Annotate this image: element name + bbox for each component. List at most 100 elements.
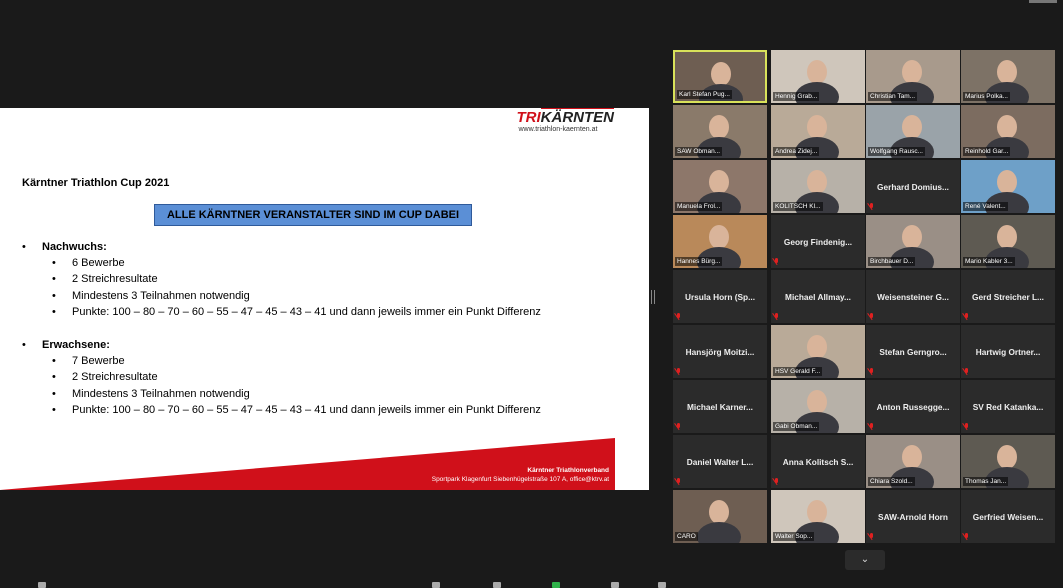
- participant-tile[interactable]: Karl Stefan Pug...: [673, 50, 767, 103]
- participant-video-face: [997, 225, 1017, 249]
- logo-url: www.triathlon-kaernten.at: [518, 126, 598, 133]
- participant-tile[interactable]: CARO: [673, 490, 767, 543]
- participant-tile[interactable]: Andrea Zidej...: [771, 105, 865, 158]
- participant-name: KOLITSCH Kl...: [773, 202, 823, 211]
- participant-tile[interactable]: SV Red Katanka...: [961, 380, 1055, 433]
- participant-tile[interactable]: HSV Gerald F...: [771, 325, 865, 378]
- participant-name: Karl Stefan Pug...: [677, 90, 732, 99]
- participant-video-face: [807, 390, 827, 414]
- participant-tile[interactable]: SAW Obman...: [673, 105, 767, 158]
- participant-tile[interactable]: Michael Allmay...: [771, 270, 865, 323]
- participant-video-face: [709, 500, 729, 524]
- participant-tile[interactable]: Anna Kolitsch S...: [771, 435, 865, 488]
- participant-name: Gerfried Weisen...: [972, 511, 1044, 522]
- participant-video-face: [709, 115, 729, 139]
- participant-tile[interactable]: Hartwig Ortner...: [961, 325, 1055, 378]
- participant-tile[interactable]: Marius Polka...: [961, 50, 1055, 103]
- participant-tile[interactable]: Reinhold Gar...: [961, 105, 1055, 158]
- participant-tile[interactable]: Gabi Obman...: [771, 380, 865, 433]
- participant-video-face: [807, 60, 827, 84]
- list-item: 2 Streichresultate: [22, 271, 541, 287]
- participant-name: Ursula Horn (Sp...: [684, 291, 756, 302]
- participant-tile[interactable]: Hennig Grab...: [771, 50, 865, 103]
- mic-muted-icon: [774, 313, 779, 320]
- list-item: Punkte: 100 – 80 – 70 – 60 – 55 – 47 – 4…: [22, 304, 541, 320]
- footer-address: Sportpark Klagenfurt Siebenhügelstraße 1…: [431, 476, 609, 483]
- toolbar-icon[interactable]: [493, 582, 501, 588]
- participant-tile[interactable]: Weisensteiner G...: [866, 270, 960, 323]
- participant-name: Hartwig Ortner...: [975, 346, 1041, 357]
- list-item: 6 Bewerbe: [22, 255, 541, 271]
- toolbar-icon[interactable]: [552, 582, 560, 588]
- panel-resize-handle[interactable]: [651, 290, 655, 304]
- participant-video-face: [997, 445, 1017, 469]
- participant-tile[interactable]: Anton Russegge...: [866, 380, 960, 433]
- mic-muted-icon: [774, 478, 779, 485]
- mic-muted-icon: [869, 203, 874, 210]
- participant-tile[interactable]: Birchbauer D...: [866, 215, 960, 268]
- mic-muted-icon: [964, 368, 969, 375]
- participant-name: Michael Karner...: [687, 401, 753, 412]
- participant-tile[interactable]: Manuela Frol...: [673, 160, 767, 213]
- tri-kaernten-logo: TRIKÄRNTEN www.triathlon-kaernten.at: [516, 108, 614, 133]
- participant-tile[interactable]: René Valent...: [961, 160, 1055, 213]
- participant-tile[interactable]: Georg Findenig...: [771, 215, 865, 268]
- participant-name: SAW Obman...: [675, 147, 723, 156]
- participant-tile[interactable]: Stefan Gerngro...: [866, 325, 960, 378]
- participant-video-face: [997, 115, 1017, 139]
- participant-video-face: [902, 60, 922, 84]
- participant-name: HSV Gerald F...: [773, 367, 823, 376]
- participant-tile[interactable]: Daniel Walter L...: [673, 435, 767, 488]
- participant-name: Mario Kabler 3...: [963, 257, 1015, 266]
- participant-tile[interactable]: Christian Tam...: [866, 50, 960, 103]
- participant-tile[interactable]: SAW-Arnold Horn: [866, 490, 960, 543]
- participant-name: Christian Tam...: [868, 92, 918, 101]
- participant-name: SAW-Arnold Horn: [878, 511, 948, 522]
- participant-tile[interactable]: KOLITSCH Kl...: [771, 160, 865, 213]
- participant-name: Walter Sop...: [773, 532, 815, 541]
- mic-muted-icon: [869, 313, 874, 320]
- participant-video-face: [902, 115, 922, 139]
- list-item: Mindestens 3 Teilnahmen notwendig: [22, 386, 541, 402]
- toolbar-icon[interactable]: [658, 582, 666, 588]
- slide-banner: ALLE KÄRNTNER VERANSTALTER SIND IM CUP D…: [154, 204, 472, 226]
- participant-name: Gerhard Domius...: [877, 181, 949, 192]
- participant-tile[interactable]: Chiara Szold...: [866, 435, 960, 488]
- participant-tile[interactable]: Gerd Streicher L...: [961, 270, 1055, 323]
- toolbar-icon[interactable]: [611, 582, 619, 588]
- meeting-toolbar: [0, 578, 1063, 588]
- participant-video-face: [902, 225, 922, 249]
- participant-name: Hansjörg Moitzi...: [685, 346, 755, 357]
- toolbar-icon[interactable]: [38, 582, 46, 588]
- participant-name: Andrea Zidej...: [773, 147, 820, 156]
- participant-tile[interactable]: Hannes Bürg...: [673, 215, 767, 268]
- participant-name: Wolfgang Rausc...: [868, 147, 925, 156]
- participant-tile[interactable]: Wolfgang Rausc...: [866, 105, 960, 158]
- participant-video-face: [902, 445, 922, 469]
- participant-name: Reinhold Gar...: [963, 147, 1011, 156]
- gallery-scroll-down-button[interactable]: ⌄: [845, 550, 885, 570]
- participant-video-body: [697, 522, 741, 543]
- mic-muted-icon: [869, 533, 874, 540]
- participant-tile[interactable]: Hansjörg Moitzi...: [673, 325, 767, 378]
- participant-video-face: [711, 62, 731, 86]
- participant-name: Daniel Walter L...: [686, 456, 754, 467]
- participant-name: CARO: [675, 532, 698, 541]
- mic-muted-icon: [676, 368, 681, 375]
- mic-muted-icon: [676, 313, 681, 320]
- section-erwachsene: Erwachsene: 7 Bewerbe 2 Streichresultate…: [22, 337, 541, 418]
- participant-tile[interactable]: Gerhard Domius...: [866, 160, 960, 213]
- participant-tile[interactable]: Mario Kabler 3...: [961, 215, 1055, 268]
- mic-muted-icon: [964, 423, 969, 430]
- participant-tile[interactable]: Walter Sop...: [771, 490, 865, 543]
- participant-tile[interactable]: Ursula Horn (Sp...: [673, 270, 767, 323]
- slide-footer: Kärntner Triathlonverband Sportpark Klag…: [432, 466, 609, 484]
- participant-gallery: Karl Stefan Pug... Hennig Grab... Christia…: [673, 50, 1063, 550]
- mic-muted-icon: [774, 258, 779, 265]
- participant-tile[interactable]: Thomas Jan...: [961, 435, 1055, 488]
- footer-org: Kärntner Triathlonverband: [527, 467, 609, 474]
- toolbar-icon[interactable]: [432, 582, 440, 588]
- participant-tile[interactable]: Michael Karner...: [673, 380, 767, 433]
- mic-muted-icon: [869, 423, 874, 430]
- participant-tile[interactable]: Gerfried Weisen...: [961, 490, 1055, 543]
